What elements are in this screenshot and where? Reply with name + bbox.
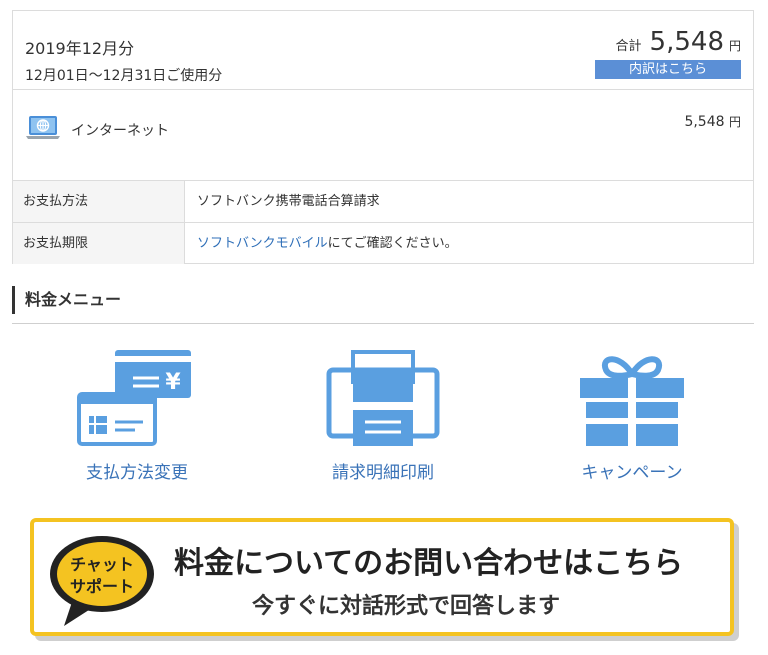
laptop-globe-icon <box>25 114 61 146</box>
internet-item: インターネット <box>25 114 169 146</box>
menu-item-invoice-print-label: 請求明細印刷 <box>332 463 434 483</box>
svg-text:¥: ¥ <box>165 370 181 395</box>
billing-period: 2019年12月分 12月01日～12月31日ご使用分 <box>25 35 222 85</box>
payment-method-label: お支払方法 <box>13 181 185 222</box>
payment-table: お支払方法 ソフトバンク携帯電話合算請求 お支払期限 ソフトバンクモバイルにてご… <box>13 180 753 264</box>
softbank-mobile-link[interactable]: ソフトバンクモバイル <box>197 236 328 251</box>
internet-amount-row: 5,548 円 <box>684 113 741 130</box>
bill-summary-panel: 2019年12月分 12月01日～12月31日ご使用分 合計 5,548 円 内… <box>12 10 754 264</box>
internet-label: インターネット <box>71 123 169 139</box>
internet-currency: 円 <box>728 115 741 129</box>
bubble-line1: チャット <box>70 555 134 574</box>
menu-title: 料金メニュー <box>12 286 754 314</box>
menu-item-campaign-label: キャンペーン <box>581 463 683 483</box>
menu-item-campaign[interactable]: キャンペーン <box>532 348 732 483</box>
payment-due-suffix: にてご確認ください。 <box>327 236 458 251</box>
payment-due-value: ソフトバンクモバイルにてご確認ください。 <box>185 223 753 264</box>
payment-due-label: お支払期限 <box>13 223 185 264</box>
payment-due-row: お支払期限 ソフトバンクモバイルにてご確認ください。 <box>13 222 753 264</box>
total-currency: 円 <box>728 39 741 53</box>
billing-range: 12月01日～12月31日ご使用分 <box>25 68 223 84</box>
banner-sub-text: 今すぐに対話形式で回答します <box>252 594 561 619</box>
payment-method-row: お支払方法 ソフトバンク携帯電話合算請求 <box>13 180 753 222</box>
breakdown-button[interactable]: 内訳はこちら <box>595 60 741 79</box>
total-label: 合計 <box>615 39 642 54</box>
printer-icon <box>283 348 483 448</box>
total-row: 合計 5,548 円 <box>616 27 741 57</box>
gift-icon <box>532 348 732 448</box>
payment-card-icon: ¥ <box>37 348 237 448</box>
internet-amount: 5,548 <box>684 114 725 130</box>
chat-support-banner[interactable]: チャット サポート 料金についてのお問い合わせはこちら 今すぐに対話形式で回答し… <box>30 518 734 636</box>
total-amount: 5,548 <box>649 27 724 57</box>
billing-month: 2019年12月分 <box>25 39 135 58</box>
divider <box>13 89 753 90</box>
chat-bubble-icon: チャット サポート <box>46 532 158 632</box>
menu-item-payment-change-label: 支払方法変更 <box>86 463 188 483</box>
bubble-line2: サポート <box>70 577 134 596</box>
menu-item-invoice-print[interactable]: 請求明細印刷 <box>283 348 483 483</box>
banner-main-text: 料金についてのお問い合わせはこちら <box>174 546 684 581</box>
menu-section-header: 料金メニュー <box>12 286 754 324</box>
payment-method-value: ソフトバンク携帯電話合算請求 <box>197 194 380 209</box>
menu-item-payment-change[interactable]: ¥ 支払方法変更 <box>37 348 237 483</box>
